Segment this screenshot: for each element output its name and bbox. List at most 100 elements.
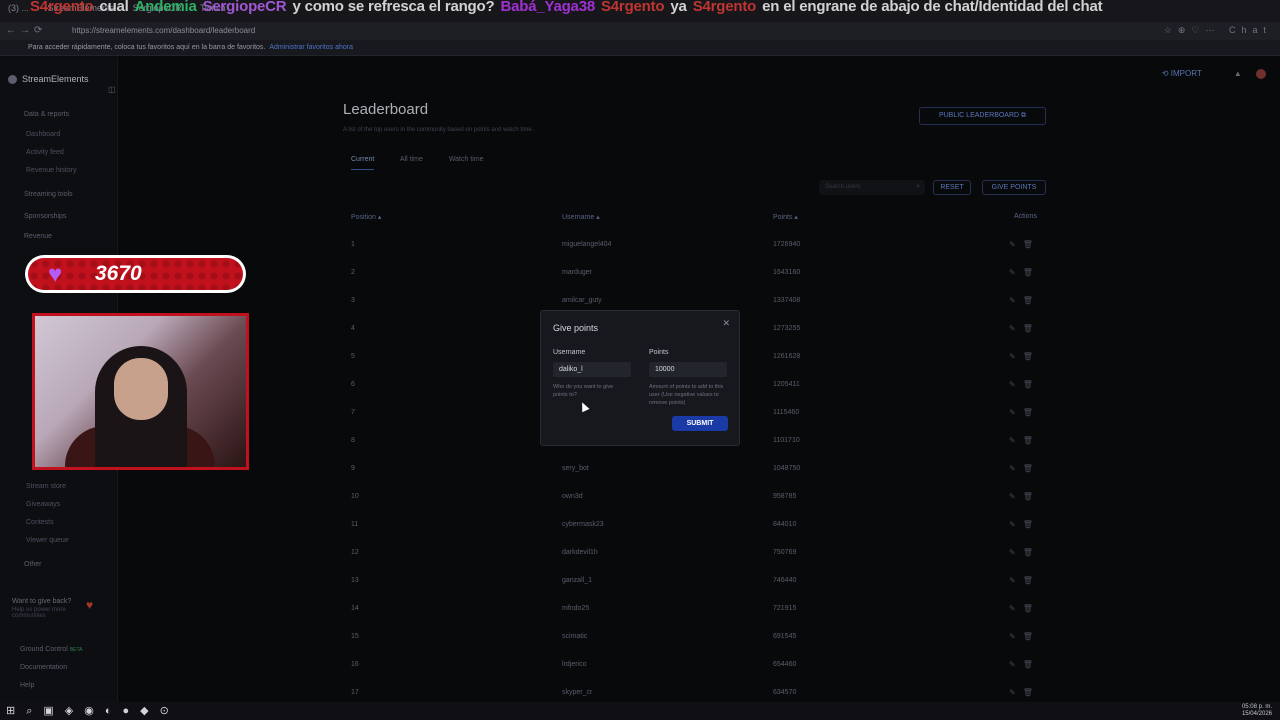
column-header-username[interactable]: Username ▴ [562, 213, 600, 221]
trash-icon[interactable]: 🗑 [1023, 520, 1040, 529]
row-points: 1726940 [773, 241, 801, 248]
trash-icon[interactable]: 🗑 [1023, 660, 1040, 669]
column-header-position[interactable]: Position ▴ [351, 213, 381, 221]
row-position: 13 [351, 577, 359, 584]
trash-icon[interactable]: 🗑 [1023, 548, 1040, 557]
row-points: 750769 [773, 549, 797, 556]
trash-icon[interactable]: 🗑 [1023, 464, 1040, 473]
edit-icon[interactable]: ✎ [1009, 324, 1023, 333]
sidebar-item[interactable]: Other [24, 561, 42, 568]
trash-icon[interactable]: 🗑 [1023, 436, 1040, 445]
trash-icon[interactable]: 🗑 [1023, 604, 1040, 613]
sidebar-item[interactable]: Streaming tools [24, 191, 73, 198]
page-subtitle: A list of the top users in the community… [343, 127, 534, 133]
edit-icon[interactable]: ✎ [1009, 268, 1023, 277]
edit-icon[interactable]: ✎ [1009, 576, 1023, 585]
row-points: 1101710 [773, 437, 800, 444]
trash-icon[interactable]: 🗑 [1023, 324, 1040, 333]
heart-icon: ♥ [86, 598, 94, 612]
sidebar-item[interactable]: Sponsorships [24, 213, 66, 220]
points-field[interactable]: 10000 [649, 362, 727, 377]
sidebar-item[interactable]: Giveaways [26, 501, 60, 508]
sidebar-item[interactable]: Activity feed [26, 149, 64, 156]
chat-profile-button[interactable]: Chat [1229, 25, 1272, 35]
avatar[interactable] [1256, 69, 1266, 79]
tab-watch-time[interactable]: Watch time [449, 156, 484, 163]
tab-current[interactable]: Current [351, 156, 375, 170]
taskbar: ⊞⌕▣◈◉◐●◆⊙ 05:08 p. m. 15/04/2026 [0, 702, 1280, 720]
edit-icon[interactable]: ✎ [1009, 492, 1023, 501]
nav-buttons[interactable]: ←→⟳ [6, 25, 46, 36]
edit-icon[interactable]: ✎ [1009, 632, 1023, 641]
reset-button[interactable]: RESET [933, 180, 971, 195]
row-position: 3 [351, 297, 355, 304]
webcam-face [114, 358, 168, 420]
row-points: 721915 [773, 605, 797, 612]
close-icon[interactable]: ✕ [722, 318, 730, 329]
chat-message: cual [99, 0, 129, 15]
trash-icon[interactable]: 🗑 [1023, 688, 1040, 697]
row-username: ganzall_1 [562, 577, 592, 584]
give-back-promo[interactable]: Want to give back? Help us power more co… [12, 598, 92, 619]
import-button[interactable]: ⟲ IMPORT [1162, 69, 1202, 78]
bell-icon[interactable]: ▲ [1234, 69, 1242, 78]
system-tray-clock[interactable]: 05:08 p. m. 15/04/2026 [1242, 704, 1272, 718]
trash-icon[interactable]: 🗑 [1023, 268, 1040, 277]
edit-icon[interactable]: ✎ [1009, 408, 1023, 417]
public-leaderboard-button[interactable]: PUBLIC LEADERBOARD ⧉ [919, 107, 1046, 125]
give-points-button[interactable]: GIVE POINTS [982, 180, 1046, 195]
sidebar-item[interactable]: Revenue [24, 233, 52, 240]
edit-icon[interactable]: ✎ [1009, 520, 1023, 529]
edit-icon[interactable]: ✎ [1009, 296, 1023, 305]
sidebar-item[interactable]: Contests [26, 519, 54, 526]
table-row: 10 own3d 958785 ✎🗑 [343, 492, 1043, 521]
edit-icon[interactable]: ✎ [1009, 604, 1023, 613]
trash-icon[interactable]: 🗑 [1023, 576, 1040, 585]
sidebar-collapse-icon[interactable]: ◫ [108, 85, 116, 94]
tab-all-time[interactable]: All time [400, 156, 423, 163]
brand[interactable]: StreamElements [8, 74, 89, 85]
edit-icon[interactable]: ✎ [1009, 660, 1023, 669]
modal-title: Give points [553, 323, 599, 333]
row-points: 1115460 [773, 409, 800, 416]
sidebar-item[interactable]: Viewer queue [26, 537, 69, 544]
trash-icon[interactable]: 🗑 [1023, 296, 1040, 305]
row-actions: ✎🗑 [1009, 548, 1040, 557]
edit-icon[interactable]: ✎ [1009, 240, 1023, 249]
sidebar-item[interactable]: Stream store [26, 483, 66, 490]
sidebar-item[interactable]: Data & reports [24, 111, 69, 118]
trash-icon[interactable]: 🗑 [1023, 240, 1040, 249]
edit-icon[interactable]: ✎ [1009, 548, 1023, 557]
taskbar-apps[interactable]: ⊞⌕▣◈◉◐●◆⊙ [6, 704, 180, 718]
trash-icon[interactable]: 🗑 [1023, 492, 1040, 501]
manage-favorites-link[interactable]: Administrar favoritos ahora [269, 44, 353, 51]
sidebar-item-ground-control[interactable]: Ground Control BETA [20, 646, 83, 653]
row-actions: ✎🗑 [1009, 660, 1040, 669]
trash-icon[interactable]: 🗑 [1023, 352, 1040, 361]
sidebar-item-help[interactable]: Help [20, 682, 34, 689]
search-input[interactable]: Search users ⌕ [819, 180, 925, 195]
chat-username: SergiopeCR [202, 0, 287, 15]
trash-icon[interactable]: 🗑 [1023, 380, 1040, 389]
trash-icon[interactable]: 🗑 [1023, 408, 1040, 417]
table-row: 9 sery_bot 1048750 ✎🗑 [343, 464, 1043, 493]
browser-toolbar-icons[interactable]: ☆⊕♡⋯ Chat [1164, 25, 1272, 36]
edit-icon[interactable]: ✎ [1009, 380, 1023, 389]
leaderboard-tabs: Current All time Watch time [351, 156, 508, 170]
edit-icon[interactable]: ✎ [1009, 436, 1023, 445]
table-row: 11 cybermask23 844010 ✎🗑 [343, 520, 1043, 549]
submit-button[interactable]: SUBMIT [672, 416, 728, 431]
sidebar-item[interactable]: Revenue history [26, 167, 77, 174]
row-actions: ✎🗑 [1009, 380, 1040, 389]
edit-icon[interactable]: ✎ [1009, 352, 1023, 361]
row-position: 16 [351, 661, 359, 668]
edit-icon[interactable]: ✎ [1009, 464, 1023, 473]
url-field[interactable]: https://streamelements.com/dashboard/lea… [72, 26, 255, 35]
trash-icon[interactable]: 🗑 [1023, 632, 1040, 641]
sidebar-item-documentation[interactable]: Documentation [20, 664, 67, 671]
edit-icon[interactable]: ✎ [1009, 688, 1023, 697]
sidebar-item[interactable]: Dashboard [26, 131, 60, 138]
column-header-points[interactable]: Points ▴ [773, 213, 798, 221]
username-field[interactable]: daliko_l [553, 362, 631, 377]
row-actions: ✎🗑 [1009, 408, 1040, 417]
